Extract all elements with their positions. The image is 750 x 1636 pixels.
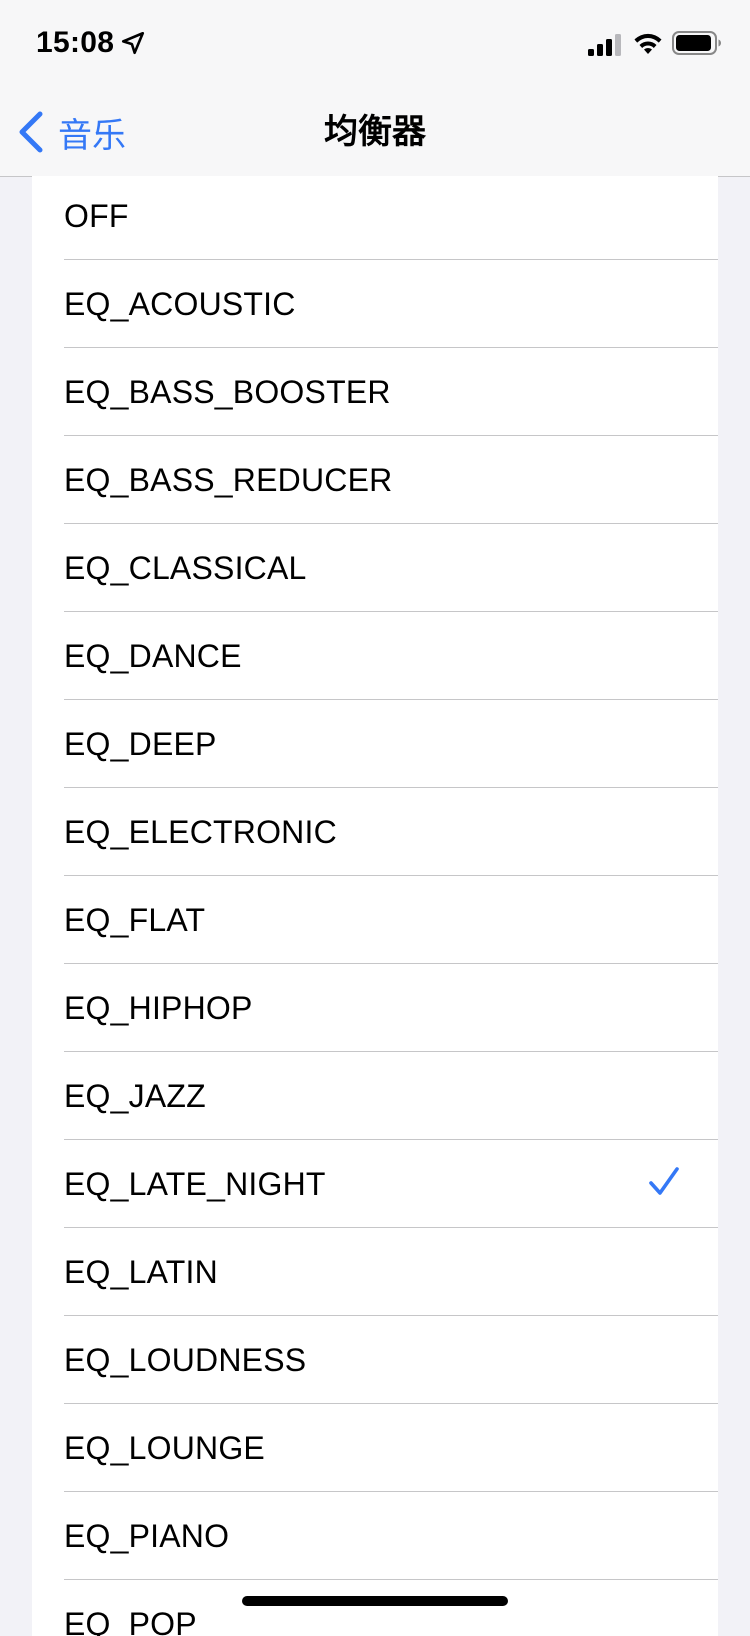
back-button-label: 音乐 [58, 116, 126, 155]
equalizer-option-label: EQ_CLASSICAL [64, 550, 307, 586]
equalizer-option-label: EQ_PIANO [64, 1518, 230, 1554]
wifi-icon [634, 33, 662, 54]
list-item[interactable]: EQ_LATIN [32, 1228, 718, 1316]
list-item[interactable]: EQ_LOUDNESS [32, 1316, 718, 1404]
list-item[interactable]: EQ_JAZZ [32, 1052, 718, 1140]
status-bar: 15:08 [0, 0, 750, 88]
equalizer-option-label: EQ_HIPHOP [64, 990, 253, 1026]
list-item[interactable]: EQ_POP [32, 1580, 718, 1636]
status-time: 15:08 [36, 26, 115, 59]
list-item[interactable]: EQ_DEEP [32, 700, 718, 788]
list-item[interactable]: EQ_BASS_BOOSTER [32, 348, 718, 436]
equalizer-option-label: EQ_POP [64, 1606, 197, 1636]
location-arrow-icon [121, 31, 145, 55]
equalizer-option-label: EQ_LOUNGE [64, 1430, 265, 1466]
equalizer-option-label: EQ_ACOUSTIC [64, 286, 296, 322]
equalizer-option-label: EQ_DANCE [64, 638, 242, 674]
list-item[interactable]: EQ_LOUNGE [32, 1404, 718, 1492]
list-item[interactable]: EQ_CLASSICAL [32, 524, 718, 612]
list-item[interactable]: EQ_LATE_NIGHT [32, 1140, 718, 1228]
equalizer-option-label: EQ_LOUDNESS [64, 1342, 307, 1378]
list-item[interactable]: EQ_ELECTRONIC [32, 788, 718, 876]
list-item[interactable]: EQ_BASS_REDUCER [32, 436, 718, 524]
equalizer-list: OFF EQ_ACOUSTIC EQ_BASS_BOOSTER EQ_BASS_RED… [32, 176, 718, 1636]
equalizer-list-content: OFF EQ_ACOUSTIC EQ_BASS_BOOSTER EQ_BASS_RED… [32, 176, 718, 1636]
list-item[interactable]: EQ_PIANO [32, 1492, 718, 1580]
equalizer-option-label: EQ_LATIN [64, 1254, 218, 1290]
equalizer-option-label: EQ_FLAT [64, 902, 206, 938]
navigation-bar: 音乐 均衡器 [0, 88, 750, 177]
list-item[interactable]: OFF [32, 176, 718, 260]
list-item[interactable]: EQ_DANCE [32, 612, 718, 700]
equalizer-option-label: EQ_LATE_NIGHT [64, 1166, 326, 1202]
list-item[interactable]: EQ_FLAT [32, 876, 718, 964]
equalizer-option-label: EQ_DEEP [64, 726, 217, 762]
list-item[interactable]: EQ_HIPHOP [32, 964, 718, 1052]
battery-icon [672, 31, 721, 55]
list-item[interactable]: EQ_ACOUSTIC [32, 260, 718, 348]
equalizer-option-label: EQ_BASS_REDUCER [64, 462, 393, 498]
chevron-left-icon [19, 111, 43, 153]
equalizer-option-label: EQ_BASS_BOOSTER [64, 374, 391, 410]
cellular-signal-icon [588, 34, 621, 56]
back-button[interactable]: 音乐 [16, 108, 126, 156]
equalizer-option-label: EQ_JAZZ [64, 1078, 206, 1114]
home-indicator[interactable] [242, 1596, 508, 1606]
equalizer-option-label: EQ_ELECTRONIC [64, 814, 337, 850]
equalizer-option-label: OFF [64, 198, 129, 234]
checkmark-icon [649, 1167, 679, 1195]
